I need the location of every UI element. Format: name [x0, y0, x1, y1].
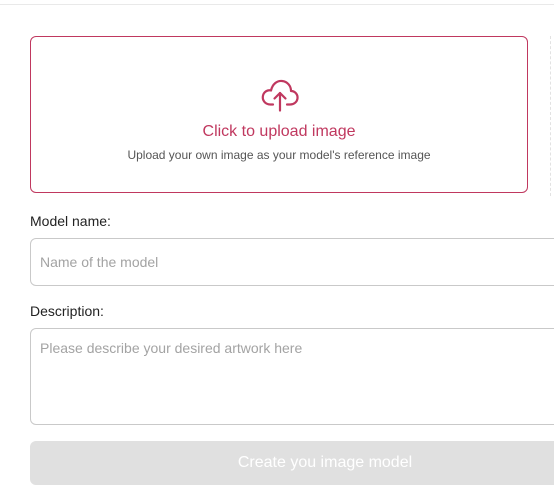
model-name-label: Model name:	[30, 213, 111, 229]
description-label: Description:	[30, 303, 104, 319]
upload-title: Click to upload image	[202, 123, 356, 140]
description-textarea[interactable]	[30, 328, 554, 425]
upload-subtitle: Upload your own image as your model's re…	[127, 148, 431, 162]
create-image-model-button[interactable]: Create you image model	[30, 441, 554, 485]
adjacent-panel-edge	[550, 36, 551, 196]
model-name-input[interactable]	[30, 238, 554, 286]
image-upload-dropzone[interactable]: Click to upload image Upload your own im…	[30, 36, 528, 193]
cloud-upload-icon	[261, 79, 299, 112]
top-divider	[0, 4, 554, 5]
